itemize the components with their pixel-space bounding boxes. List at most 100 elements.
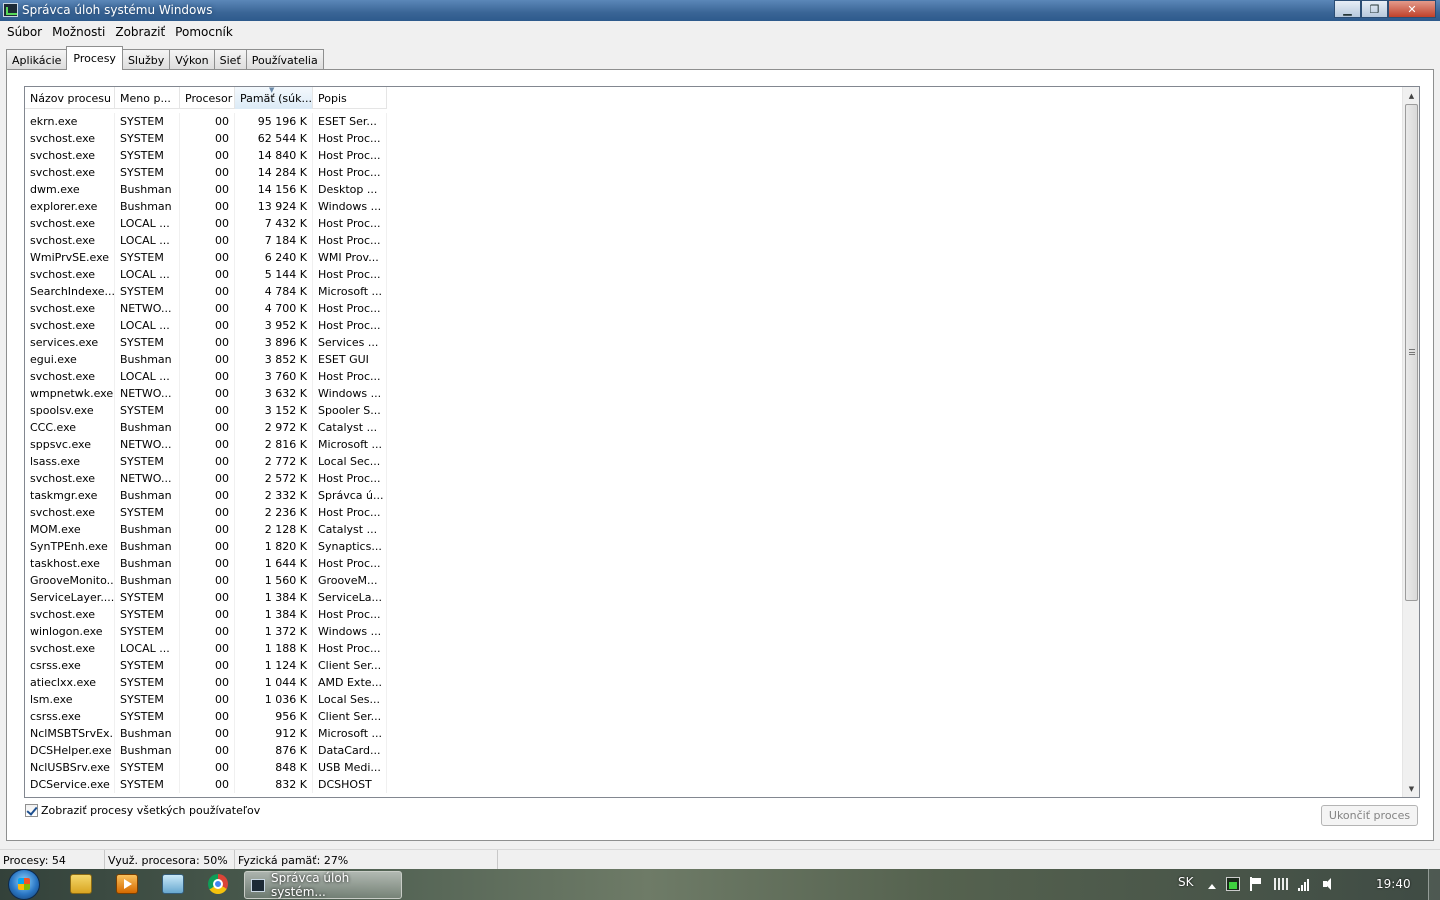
start-button[interactable] <box>8 869 40 900</box>
table-row[interactable]: DCSHelper.exe Bushman 00 876 K DataCard... <box>25 742 387 759</box>
row-user-name: NETWO... <box>115 470 180 487</box>
taskbar-task-manager[interactable]: Správca úloh systém... <box>244 871 402 899</box>
tab-processes[interactable]: Procesy <box>66 46 123 70</box>
table-row[interactable]: spoolsv.exe SYSTEM 00 3 152 K Spooler S... <box>25 402 387 419</box>
end-process-button[interactable]: Ukončiť proces <box>1321 805 1418 826</box>
network-adapter-icon[interactable] <box>1274 878 1288 890</box>
table-row[interactable]: svchost.exe SYSTEM 00 14 840 K Host Proc... <box>25 147 387 164</box>
row-description: Host Proc... <box>313 266 387 283</box>
scroll-up-icon[interactable]: ▲ <box>1403 87 1419 104</box>
table-row[interactable]: svchost.exe SYSTEM 00 2 236 K Host Proc... <box>25 504 387 521</box>
header-image-name[interactable]: Názov procesu <box>25 87 115 109</box>
table-row[interactable]: taskmgr.exe Bushman 00 2 332 K Správca ú... <box>25 487 387 504</box>
row-cpu: 00 <box>180 606 235 623</box>
row-user-name: Bushman <box>115 521 180 538</box>
maximize-button[interactable]: ❐ <box>1361 0 1388 18</box>
table-row[interactable]: svchost.exe NETWO... 00 2 572 K Host Proc... <box>25 470 387 487</box>
table-row[interactable]: SynTPEnh.exe Bushman 00 1 820 K Synaptics... <box>25 538 387 555</box>
explorer-icon[interactable] <box>70 874 92 894</box>
media-player-icon[interactable] <box>116 874 138 894</box>
show-all-checkbox[interactable] <box>25 804 38 817</box>
minimize-button[interactable]: ▁ <box>1334 0 1361 18</box>
cpu-usage-icon[interactable] <box>1226 877 1240 891</box>
table-row[interactable]: svchost.exe LOCAL ... 00 3 952 K Host Proc..… <box>25 317 387 334</box>
language-indicator[interactable]: SK <box>1178 875 1194 889</box>
table-row[interactable]: svchost.exe SYSTEM 00 1 384 K Host Proc... <box>25 606 387 623</box>
tab-applications[interactable]: Aplikácie <box>6 49 68 70</box>
scroll-down-icon[interactable]: ▼ <box>1403 780 1419 797</box>
close-button[interactable]: ✕ <box>1388 0 1436 18</box>
table-row[interactable]: GrooveMonito... Bushman 00 1 560 K GrooveM..… <box>25 572 387 589</box>
tab-users[interactable]: Používatelia <box>245 49 324 70</box>
header-description[interactable]: Popis <box>313 87 387 109</box>
menu-help[interactable]: Pomocník <box>170 25 238 39</box>
table-row[interactable]: WmiPrvSE.exe SYSTEM 00 6 240 K WMI Prov... <box>25 249 387 266</box>
status-processes: Procesy: 54 <box>0 850 105 870</box>
table-row[interactable]: NclUSBSrv.exe SYSTEM 00 848 K USB Medi... <box>25 759 387 776</box>
header-memory[interactable]: ▼ Pamäť (súk... <box>235 87 313 109</box>
chrome-icon[interactable] <box>208 874 228 894</box>
show-all-label: Zobraziť procesy všetkých používateľov <box>41 804 261 817</box>
table-row[interactable]: lsass.exe SYSTEM 00 2 772 K Local Sec... <box>25 453 387 470</box>
table-row[interactable]: svchost.exe SYSTEM 00 14 284 K Host Proc... <box>25 164 387 181</box>
show-desktop-button[interactable] <box>1428 869 1440 900</box>
row-memory: 1 188 K <box>235 640 313 657</box>
table-row[interactable]: csrss.exe SYSTEM 00 956 K Client Ser... <box>25 708 387 725</box>
table-row[interactable]: MOM.exe Bushman 00 2 128 K Catalyst ... <box>25 521 387 538</box>
menu-view[interactable]: Zobraziť <box>110 25 170 39</box>
title-bar[interactable]: Správca úloh systému Windows ▁ ❐ ✕ <box>0 0 1440 21</box>
volume-icon[interactable] <box>1322 877 1336 891</box>
row-cpu: 00 <box>180 725 235 742</box>
folder-icon[interactable] <box>162 874 184 894</box>
table-row[interactable]: csrss.exe SYSTEM 00 1 124 K Client Ser... <box>25 657 387 674</box>
table-row[interactable]: ekrn.exe SYSTEM 00 95 196 K ESET Ser... <box>25 113 387 130</box>
table-row[interactable]: atieclxx.exe SYSTEM 00 1 044 K AMD Exte... <box>25 674 387 691</box>
show-all-processes[interactable]: Zobraziť procesy všetkých používateľov <box>25 804 260 817</box>
table-row[interactable]: egui.exe Bushman 00 3 852 K ESET GUI <box>25 351 387 368</box>
row-image-name: winlogon.exe <box>25 623 115 640</box>
table-row[interactable]: sppsvc.exe NETWO... 00 2 816 K Microsoft ... <box>25 436 387 453</box>
table-row[interactable]: svchost.exe LOCAL ... 00 7 432 K Host Proc..… <box>25 215 387 232</box>
table-row[interactable]: explorer.exe Bushman 00 13 924 K Windows ... <box>25 198 387 215</box>
table-row[interactable]: svchost.exe LOCAL ... 00 7 184 K Host Proc..… <box>25 232 387 249</box>
menu-options[interactable]: Možnosti <box>47 25 110 39</box>
table-row[interactable]: wmpnetwk.exe NETWO... 00 3 632 K Windows ... <box>25 385 387 402</box>
table-row[interactable]: DCService.exe SYSTEM 00 832 K DCSHOST <box>25 776 387 793</box>
table-row[interactable]: winlogon.exe SYSTEM 00 1 372 K Windows ... <box>25 623 387 640</box>
table-row[interactable]: services.exe SYSTEM 00 3 896 K Services ... <box>25 334 387 351</box>
tab-networking[interactable]: Sieť <box>213 49 247 70</box>
process-list[interactable]: Názov procesu Meno p... Procesor ▼ Pamäť… <box>24 86 1420 798</box>
task-manager-icon <box>251 878 265 892</box>
table-row[interactable]: svchost.exe LOCAL ... 00 5 144 K Host Proc..… <box>25 266 387 283</box>
tab-services[interactable]: Služby <box>121 49 171 70</box>
row-cpu: 00 <box>180 198 235 215</box>
row-user-name: SYSTEM <box>115 130 180 147</box>
scroll-thumb[interactable] <box>1405 104 1418 601</box>
clock[interactable]: 19:40 <box>1376 877 1411 891</box>
table-row[interactable]: NclMSBTSrvEx... Bushman 00 912 K Microsoft .… <box>25 725 387 742</box>
table-row[interactable]: CCC.exe Bushman 00 2 972 K Catalyst ... <box>25 419 387 436</box>
table-row[interactable]: ServiceLayer.... SYSTEM 00 1 384 K ServiceLa… <box>25 589 387 606</box>
row-user-name: SYSTEM <box>115 657 180 674</box>
vertical-scrollbar[interactable]: ▲ ▼ <box>1402 87 1419 797</box>
table-row[interactable]: svchost.exe LOCAL ... 00 3 760 K Host Proc..… <box>25 368 387 385</box>
table-row[interactable]: lsm.exe SYSTEM 00 1 036 K Local Ses... <box>25 691 387 708</box>
table-row[interactable]: taskhost.exe Bushman 00 1 644 K Host Proc... <box>25 555 387 572</box>
table-row[interactable]: svchost.exe SYSTEM 00 62 544 K Host Proc... <box>25 130 387 147</box>
table-row[interactable]: SearchIndexe... SYSTEM 00 4 784 K Microsoft … <box>25 283 387 300</box>
table-row[interactable]: dwm.exe Bushman 00 14 156 K Desktop ... <box>25 181 387 198</box>
row-memory: 3 632 K <box>235 385 313 402</box>
header-cpu[interactable]: Procesor <box>180 87 235 109</box>
row-description: Microsoft ... <box>313 436 387 453</box>
tab-performance[interactable]: Výkon <box>169 49 215 70</box>
table-row[interactable]: svchost.exe LOCAL ... 00 1 188 K Host Proc..… <box>25 640 387 657</box>
show-hidden-icons-icon[interactable] <box>1208 883 1216 889</box>
row-image-name: svchost.exe <box>25 232 115 249</box>
row-memory: 3 852 K <box>235 351 313 368</box>
action-center-flag-icon[interactable] <box>1250 877 1264 891</box>
menu-file[interactable]: Súbor <box>2 25 47 39</box>
signal-strength-icon[interactable] <box>1298 877 1312 891</box>
table-row[interactable]: svchost.exe NETWO... 00 4 700 K Host Proc... <box>25 300 387 317</box>
row-image-name: services.exe <box>25 334 115 351</box>
header-user-name[interactable]: Meno p... <box>115 87 180 109</box>
